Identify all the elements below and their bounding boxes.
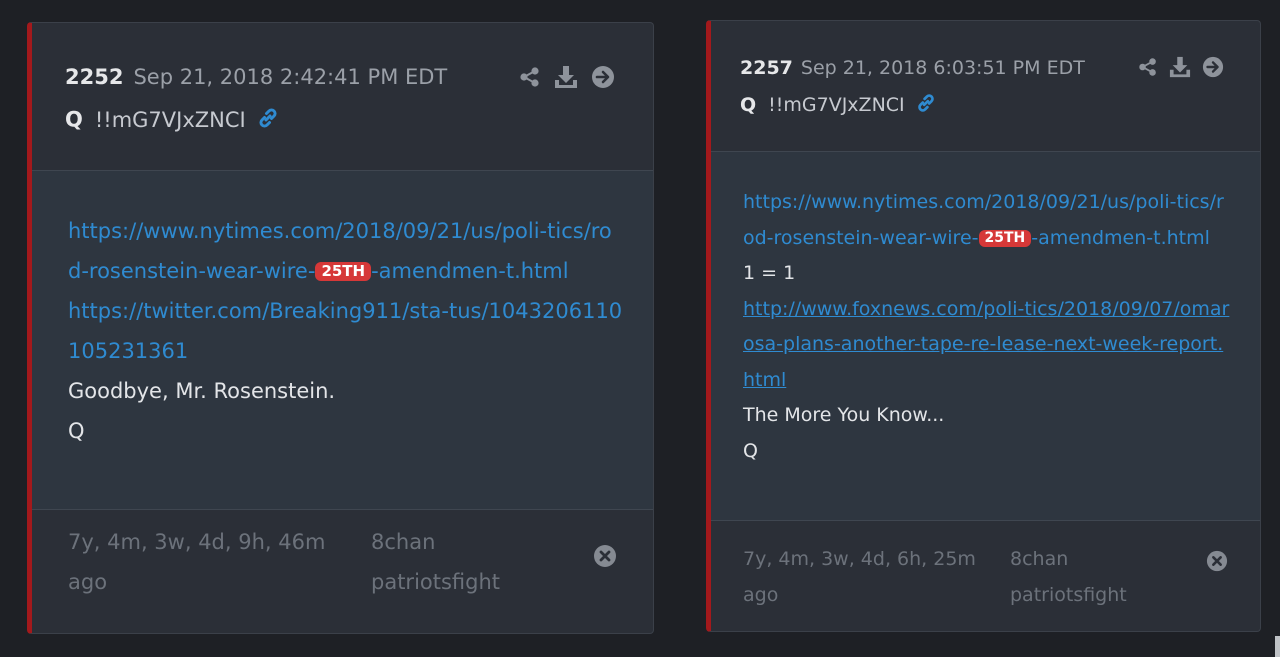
close-circle-icon[interactable] [1206, 548, 1228, 584]
post-text-equation: 1 = 1 [743, 262, 796, 284]
post-number[interactable]: 2252 [65, 65, 123, 89]
source-name: patriotsfight [371, 570, 501, 594]
post-date: Sep 21, 2018 2:42:41 PM EDT [133, 65, 448, 89]
post-header: 2257 Sep 21, 2018 6:03:51 PM EDT Q !!mG7VJ… [711, 21, 1260, 151]
post-body: https://www.nytimes.com/2018/09/21/us/po… [32, 170, 653, 510]
nytimes-link[interactable]: https://www.nytimes.com/2018/09/21/us/po… [743, 191, 1224, 249]
post-age: 7y, 4m, 3w, 4d, 6h, 25m ago [743, 548, 976, 606]
arrow-right-circle-icon[interactable] [1202, 56, 1224, 78]
post-header: 2252 Sep 21, 2018 2:42:41 PM EDT Q !!mG7VJ… [32, 23, 653, 170]
nytimes-link[interactable]: https://www.nytimes.com/2018/09/21/us/po… [68, 219, 612, 283]
post-text: The More You Know... [743, 404, 945, 426]
post-source: 8chan patriotsfight [1010, 541, 1127, 613]
scrollbar-thumb[interactable] [1275, 636, 1280, 657]
arrow-right-circle-icon[interactable] [591, 65, 615, 89]
post-source: 8chan patriotsfight [371, 522, 500, 602]
post-signature: Q [68, 419, 85, 443]
close-circle-icon[interactable] [593, 541, 617, 581]
post-tripcode: !!mG7VJxZNCI [768, 94, 905, 116]
link-icon[interactable] [256, 106, 280, 135]
source-name: patriotsfight [1010, 584, 1127, 606]
download-icon[interactable] [554, 65, 578, 89]
share-icon[interactable] [519, 66, 541, 88]
source-board: 8chan [1010, 548, 1069, 570]
post-date: Sep 21, 2018 6:03:51 PM EDT [800, 57, 1085, 79]
post-signature: Q [743, 439, 758, 462]
twitter-link[interactable]: https://twitter.com/Breaking911/sta-tus/… [68, 299, 622, 363]
post-body: https://www.nytimes.com/2018/09/21/us/po… [711, 151, 1260, 521]
post-number[interactable]: 2257 [740, 57, 793, 79]
post-age: 7y, 4m, 3w, 4d, 9h, 46m ago [68, 530, 326, 594]
link-icon[interactable] [915, 92, 937, 119]
download-icon[interactable] [1169, 56, 1191, 78]
post-actions [1138, 56, 1224, 78]
highlight-badge: 25TH [315, 262, 372, 281]
post-author: Q [740, 94, 757, 116]
post-footer: 7y, 4m, 3w, 4d, 6h, 25m ago 8chan patrio… [711, 521, 1260, 631]
post-footer: 7y, 4m, 3w, 4d, 9h, 46m ago 8chan patrio… [32, 510, 653, 633]
foxnews-link[interactable]: http://www.foxnews.com/poli-tics/2018/09… [743, 298, 1229, 391]
post-text: Goodbye, Mr. Rosenstein. [68, 379, 336, 403]
source-board: 8chan [371, 530, 436, 554]
post-card-2257: 2257 Sep 21, 2018 6:03:51 PM EDT Q !!mG7VJ… [706, 20, 1261, 632]
post-author: Q [65, 107, 83, 132]
post-actions [519, 65, 615, 89]
post-tripcode: !!mG7VJxZNCI [94, 107, 246, 132]
post-card-2252: 2252 Sep 21, 2018 2:42:41 PM EDT Q !!mG7VJ… [27, 22, 654, 634]
share-icon[interactable] [1138, 57, 1158, 77]
highlight-badge: 25TH [978, 229, 1032, 247]
